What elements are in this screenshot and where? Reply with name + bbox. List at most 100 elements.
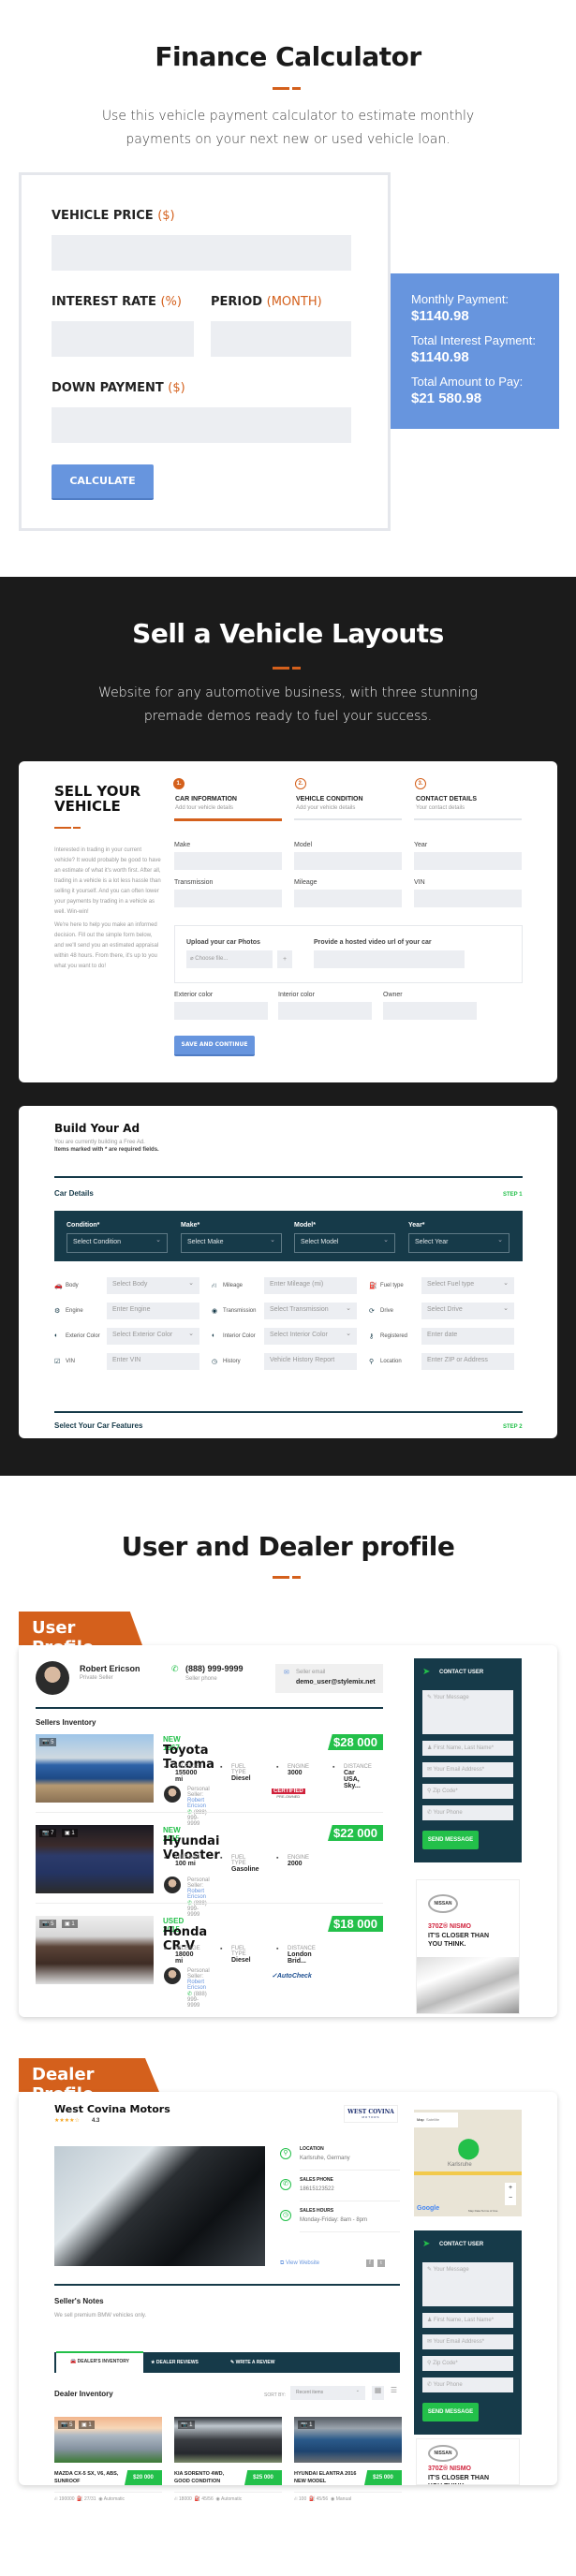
seller-email[interactable]: demo_user@stylemix.net — [296, 1679, 376, 1685]
message-textarea[interactable]: ✎ Your Message — [422, 2262, 513, 2306]
seller-email-label: Seller email — [296, 1670, 326, 1675]
video-url-input[interactable] — [314, 950, 465, 968]
model-select[interactable]: Select Model — [294, 1233, 395, 1253]
car-photo[interactable]: 📷 7 ▣ 1 — [36, 1825, 154, 1893]
vin-input[interactable] — [414, 890, 522, 907]
user-icon: ♟ — [427, 1745, 435, 1751]
price-tag: $18 000 — [328, 1916, 383, 1932]
info-label: LOCATION — [300, 2146, 324, 2152]
year-select[interactable]: Select Year — [408, 1233, 510, 1253]
seller-link[interactable]: Robert Ericson — [187, 1798, 206, 1809]
sell-lead: Website for any automotive business, wit… — [98, 685, 478, 724]
step-1-label: STEP 1 — [503, 1192, 523, 1198]
choose-file-input[interactable]: ⌀ Choose file... — [186, 950, 273, 968]
attribute-input[interactable]: Enter date — [421, 1328, 514, 1345]
down-payment-input[interactable] — [52, 407, 351, 443]
map-type-toggle[interactable]: Map Satellite — [414, 2112, 458, 2127]
spec-icon: ▪ — [220, 1764, 223, 1771]
spec-icon: ▪ — [220, 1855, 223, 1862]
email-input[interactable]: ✉ Your Email Address* — [422, 2334, 513, 2349]
transmission-input[interactable] — [174, 890, 282, 907]
model-input[interactable] — [294, 852, 402, 870]
make-input[interactable] — [174, 852, 282, 870]
period-input[interactable] — [211, 321, 351, 357]
send-message-button[interactable]: SEND MESSAGE — [422, 1831, 479, 1849]
year-input[interactable] — [414, 852, 522, 870]
phone-icon: ✆ — [427, 1810, 434, 1816]
email-input[interactable]: ✉ Your Email Address* — [422, 1762, 513, 1777]
car-photo[interactable]: 📷 5 ▣ 1 — [54, 2417, 162, 2463]
video-url-label: Provide a hosted video url of your car — [314, 939, 432, 946]
condition-select[interactable]: Select Condition — [66, 1233, 168, 1253]
phone-input[interactable]: ✆ Your Phone — [422, 2377, 513, 2392]
mileage-input[interactable] — [294, 890, 402, 907]
camera-icon: 📷 — [42, 1740, 52, 1745]
seller-phone[interactable]: (888) 999-9999 — [185, 1664, 244, 1673]
seller-link[interactable]: Robert Ericson — [187, 1889, 206, 1900]
attribute-input[interactable]: Vehicle History Report — [264, 1353, 357, 1370]
history-icon: ◷ — [212, 1359, 218, 1365]
sort-select[interactable]: Recent items — [290, 2386, 365, 2400]
car-title[interactable]: KIA SORENTO 4WD, GOOD CONDITION — [174, 2470, 240, 2485]
car-photo[interactable]: 📷 1 — [174, 2417, 282, 2463]
list-view-icon[interactable]: ☰ — [388, 2386, 400, 2400]
seller-phone-label: Seller phone — [185, 1676, 217, 1682]
facebook-icon[interactable]: f — [366, 2260, 374, 2267]
attribute-select[interactable]: Select Drive — [421, 1303, 514, 1319]
seller-avatar — [36, 1661, 69, 1695]
condition-label: Condition* — [66, 1222, 100, 1229]
attribute-input[interactable]: Enter VIN — [107, 1353, 199, 1370]
name-input[interactable]: ♟ First Name, Last Name* — [422, 2313, 513, 2328]
car-photo[interactable]: 📷 5 ▣ 1 — [36, 1916, 154, 1984]
owner-input[interactable] — [383, 1002, 477, 1020]
dealer-tabs: 🚘 DEALER'S INVENTORY ★ DEALER REVIEWS ✎ … — [54, 2351, 400, 2373]
grid-view-icon[interactable]: ▦ — [372, 2386, 384, 2400]
tab-write-review[interactable]: ✎ WRITE A REVIEW — [230, 2352, 274, 2373]
view-website-link[interactable]: ⧉ View Website — [280, 2260, 319, 2267]
message-textarea[interactable]: ✎ Your Message — [422, 1690, 513, 1734]
tab-dealer-reviews[interactable]: ★ DEALER REVIEWS — [151, 2352, 199, 2373]
car-photo[interactable]: 📷 5 — [36, 1734, 154, 1803]
make-select[interactable]: Select Make — [181, 1233, 282, 1253]
step-2-title[interactable]: VEHICLE CONDITION — [296, 796, 363, 802]
exterior-color-input[interactable] — [174, 1002, 268, 1020]
send-message-button[interactable]: SEND MESSAGE — [422, 2403, 479, 2421]
map-zoom-controls[interactable]: + − — [505, 2183, 516, 2205]
add-photo-button[interactable]: + — [277, 950, 292, 968]
phone-input[interactable]: ✆ Your Phone — [422, 1805, 513, 1820]
dealer-map[interactable]: Map Satellite ⬤ Karlsruhe + − Google Map … — [414, 2110, 522, 2216]
calculate-button[interactable]: CALCULATE — [52, 464, 154, 500]
car-meta: ⛙ 18000 ⛽ 45/56 ◉ Automatic — [174, 2496, 243, 2502]
nissan-ad-banner[interactable]: NISSAN 370Z® NISMO IT'S CLOSER THAN YOU … — [416, 1879, 520, 2014]
dealer-logo: WEST COVINA MOTORS — [344, 2105, 398, 2123]
interest-rate-input[interactable] — [52, 321, 194, 357]
contact-dealer-panel: ➤ CONTACT USER ✎ Your Message ♟ First Na… — [414, 2230, 522, 2435]
step-1-title[interactable]: CAR INFORMATION — [175, 796, 237, 802]
tab-dealers-inventory[interactable]: 🚘 DEALER'S INVENTORY — [56, 2351, 143, 2373]
car-title[interactable]: MAZDA CX-5 SX, V6, ABS, SUNROOF — [54, 2470, 120, 2485]
vehicle-price-input[interactable] — [52, 235, 351, 271]
attribute-input[interactable]: Enter Mileage (mi) — [264, 1277, 357, 1294]
step-3-title[interactable]: CONTACT DETAILS — [416, 796, 477, 802]
attribute-input[interactable]: Enter ZIP or Address — [421, 1353, 514, 1370]
sports-car-image — [417, 1957, 519, 2013]
video-count-badge: ▣ 1 — [79, 2421, 95, 2429]
vin-label: VIN — [414, 879, 425, 886]
attribute-select[interactable]: Select Fuel type — [421, 1277, 514, 1294]
interior-color-input[interactable] — [278, 1002, 372, 1020]
attribute-select[interactable]: Select Body — [107, 1277, 199, 1294]
attribute-select[interactable]: Select Interior Color — [264, 1328, 357, 1345]
twitter-icon[interactable]: t — [377, 2260, 385, 2267]
save-and-continue-button[interactable]: SAVE AND CONTINUE — [174, 1036, 255, 1056]
car-title[interactable]: HYUNDAI ELANTRA 2016 NEW MODEL — [294, 2470, 360, 2485]
attribute-input[interactable]: Enter Engine — [107, 1303, 199, 1319]
step-2-label: STEP 2 — [503, 1424, 523, 1430]
attribute-select[interactable]: Select Transmission — [264, 1303, 357, 1319]
name-input[interactable]: ♟ First Name, Last Name* — [422, 1741, 513, 1756]
car-photo[interactable]: 📷 1 — [294, 2417, 402, 2463]
zip-input[interactable]: ⚲ Zip Code* — [422, 2356, 513, 2371]
attribute-select[interactable]: Select Exterior Color — [107, 1328, 199, 1345]
nissan-ad-banner[interactable]: NISSAN 370Z® NISMO IT'S CLOSER THAN YOU … — [416, 2438, 520, 2485]
zip-input[interactable]: ⚲ Zip Code* — [422, 1784, 513, 1799]
seller-link[interactable]: Robert Ericson — [187, 1980, 206, 1991]
